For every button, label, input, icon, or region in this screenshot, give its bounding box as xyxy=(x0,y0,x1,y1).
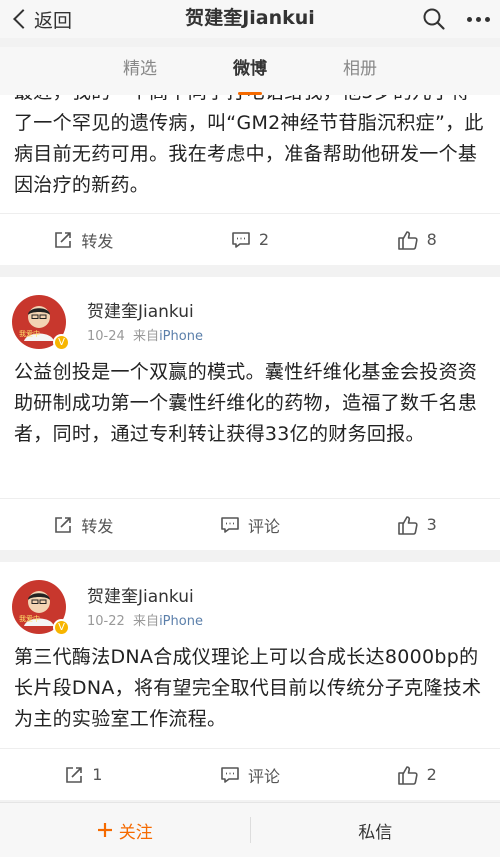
post-card: 我爱中 V 贺建奎Jiankui 10-24 来自iPhone 公益创投是一个双… xyxy=(0,277,500,550)
like-count: 3 xyxy=(426,515,437,534)
post-meta: 10-24 来自iPhone xyxy=(87,325,203,344)
post-source[interactable]: iPhone xyxy=(159,614,203,629)
message-label: 私信 xyxy=(358,822,393,843)
search-icon xyxy=(423,8,445,30)
post-date: 10-22 xyxy=(87,614,125,629)
avatar-stamp-text: 我爱中 xyxy=(19,329,40,338)
thumbs-up-icon xyxy=(397,765,418,785)
repost-button[interactable]: 转发 xyxy=(0,214,167,265)
from-label: 来自 xyxy=(133,329,160,344)
comment-button[interactable]: 评论 xyxy=(167,749,334,800)
bottom-action-bar: 关注 私信 xyxy=(0,802,500,857)
like-count: 8 xyxy=(426,230,437,249)
comment-label: 评论 xyxy=(248,766,281,786)
comment-button[interactable]: 评论 xyxy=(167,499,334,550)
post-actions: 转发 评论 3 xyxy=(0,498,500,550)
comment-button[interactable]: 2 xyxy=(167,214,334,265)
tab-featured[interactable]: 精选 xyxy=(85,47,195,95)
post-actions: 转发 2 8 xyxy=(0,213,500,265)
comment-icon xyxy=(221,516,239,533)
like-button[interactable]: 3 xyxy=(333,499,500,550)
repost-label: 转发 xyxy=(81,231,114,251)
comment-icon xyxy=(221,766,239,783)
repost-icon xyxy=(55,516,72,533)
post-meta: 10-22 来自iPhone xyxy=(87,610,203,629)
top-nav-bar: 返回 贺建奎Jiankui xyxy=(0,0,500,38)
back-button[interactable]: 返回 xyxy=(0,0,72,38)
repost-label: 转发 xyxy=(81,516,114,536)
post-actions: 1 评论 2 xyxy=(0,748,500,800)
comment-label: 评论 xyxy=(248,516,281,536)
repost-button[interactable]: 1 xyxy=(0,749,167,800)
chevron-left-icon xyxy=(13,9,33,29)
post-text: 最近，我的一个高中同学打电话给我，他5岁的儿子得了一个罕见的遗传病，叫“GM2神… xyxy=(14,95,484,196)
like-button[interactable]: 2 xyxy=(333,749,500,800)
like-count: 2 xyxy=(426,765,437,784)
from-label: 来自 xyxy=(133,614,160,629)
author-name[interactable]: 贺建奎Jiankui xyxy=(87,582,194,607)
avatar[interactable]: 我爱中 V xyxy=(12,580,70,636)
plus-icon xyxy=(97,823,112,837)
message-button[interactable]: 私信 xyxy=(251,818,500,843)
comment-icon xyxy=(232,231,250,248)
search-button[interactable] xyxy=(412,0,456,38)
repost-count: 1 xyxy=(92,765,103,784)
profile-tabs: 精选 微博 相册 xyxy=(0,47,500,95)
tab-album[interactable]: 相册 xyxy=(305,47,415,95)
post-text: 公益创投是一个双赢的模式。囊性纤维化基金会投资资助研制成功第一个囊性纤维化的药物… xyxy=(14,361,478,445)
verified-badge-icon: V xyxy=(53,334,70,351)
post-card: 我爱中 V 贺建奎Jiankui 10-22 来自iPhone 第三代酶法DNA… xyxy=(0,562,500,800)
post-text: 第三代酶法DNA合成仪理论上可以合成长达8000bp的长片段DNA，将有望完全取… xyxy=(14,646,482,730)
avatar-stamp-text: 我爱中 xyxy=(19,614,40,623)
card-gap xyxy=(0,265,500,277)
post-header: 我爱中 V 贺建奎Jiankui 10-24 来自iPhone xyxy=(0,277,500,363)
thumbs-up-icon xyxy=(397,515,418,535)
tab-weibo[interactable]: 微博 xyxy=(195,47,305,95)
post-header: 我爱中 V 贺建奎Jiankui 10-22 来自iPhone xyxy=(0,562,500,648)
thumbs-up-icon xyxy=(397,230,418,250)
more-button[interactable] xyxy=(456,0,500,38)
comment-count: 2 xyxy=(258,230,270,249)
post-date: 10-24 xyxy=(87,329,125,344)
avatar[interactable]: 我爱中 V xyxy=(12,295,70,351)
repost-button[interactable]: 转发 xyxy=(0,499,167,550)
follow-button[interactable]: 关注 xyxy=(0,818,250,843)
author-name[interactable]: 贺建奎Jiankui xyxy=(87,297,194,322)
follow-label: 关注 xyxy=(118,822,153,843)
repost-icon xyxy=(55,231,72,248)
more-dots-icon xyxy=(466,16,490,22)
post-card: 最近，我的一个高中同学打电话给我，他5岁的儿子得了一个罕见的遗传病，叫“GM2神… xyxy=(0,95,500,265)
repost-icon xyxy=(66,766,83,783)
post-source[interactable]: iPhone xyxy=(159,329,203,344)
card-gap xyxy=(0,550,500,562)
back-label: 返回 xyxy=(34,9,73,32)
verified-badge-icon: V xyxy=(53,619,70,636)
like-button[interactable]: 8 xyxy=(333,214,500,265)
